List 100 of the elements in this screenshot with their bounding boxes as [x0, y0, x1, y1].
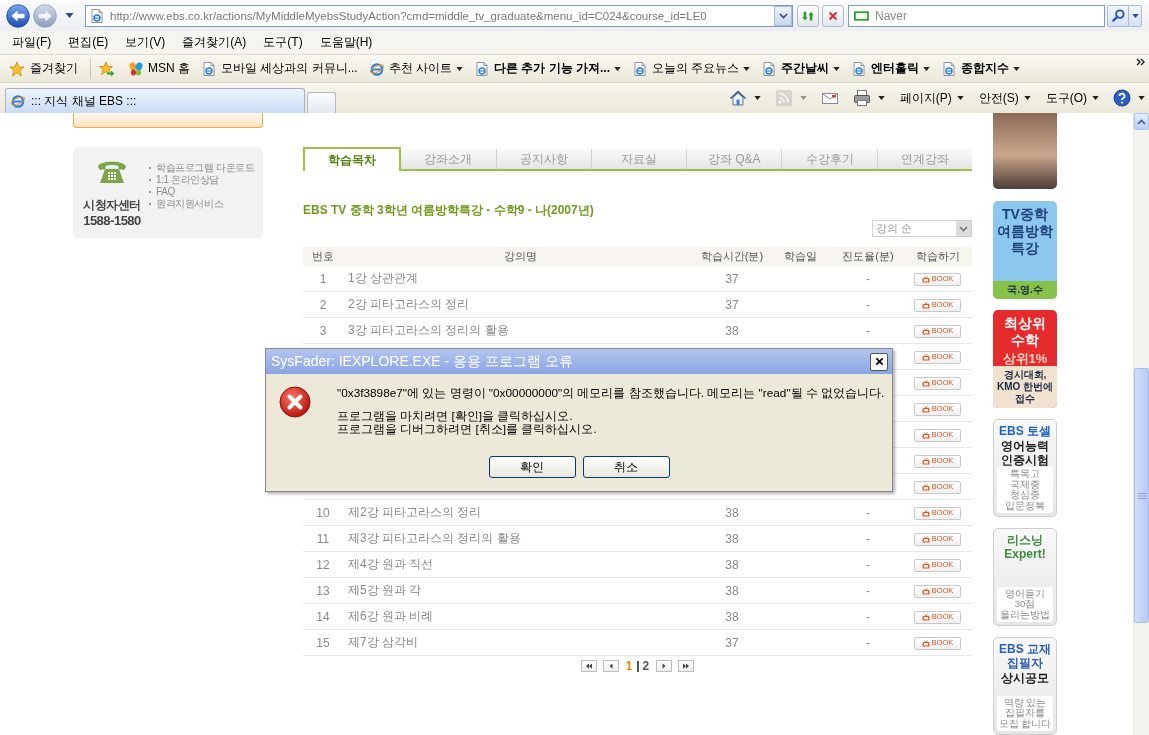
chevron-up-icon [1137, 118, 1146, 125]
study-time: 37 [725, 635, 739, 650]
address-dropdown-button[interactable] [774, 5, 792, 26]
feed-icon [774, 89, 793, 107]
lecture-title[interactable]: 제4강 원과 직선 [348, 557, 434, 571]
lecture-title[interactable]: 3강 피타고라스의 정리의 활용 [348, 323, 509, 337]
search-button[interactable] [1107, 4, 1129, 27]
course-tab[interactable]: 학습목차 [303, 147, 402, 171]
home-button[interactable] [728, 89, 761, 107]
refresh-button[interactable] [797, 4, 819, 27]
help-link[interactable]: FAQ [149, 186, 255, 198]
caret-icon [753, 96, 761, 100]
tv-icon [921, 587, 930, 595]
favorite-link[interactable]: MSN 홈 [128, 60, 190, 77]
favorite-link[interactable]: 추천 사이트 [368, 60, 463, 77]
menu-item[interactable]: 도움말(H) [315, 34, 377, 51]
help-link[interactable]: 1:1 온라인상담 [149, 174, 255, 186]
page-icon [632, 60, 649, 77]
progress-value: - [866, 609, 870, 624]
dialog-button[interactable]: 취소 [582, 456, 670, 478]
menu-item[interactable]: 도구(T) [259, 34, 307, 51]
lecture-title[interactable]: 제7강 삼각비 [348, 635, 418, 649]
card-heading: EBS 교재 집필자 [998, 642, 1052, 670]
poster-banner[interactable]: TV중학 여름방학 특강 국.영.수 [993, 201, 1057, 299]
course-tab[interactable]: 강좌소개 [401, 149, 496, 169]
close-button[interactable] [870, 352, 888, 371]
command-menu[interactable]: 도구(O) [1045, 89, 1099, 107]
favorite-link[interactable]: 모바일 세상과의 커뮤니... [201, 60, 358, 77]
double-left-arrow-icon [584, 663, 593, 669]
course-tab[interactable]: 연계강좌 [876, 149, 972, 169]
lecture-title[interactable]: 제6강 원과 비례 [348, 609, 434, 623]
row-number: 1 [319, 271, 327, 286]
lecture-title[interactable]: 제5강 원과 각 [348, 583, 422, 597]
course-tab[interactable]: 공지사항 [495, 149, 591, 169]
search-options-button[interactable] [1129, 4, 1142, 27]
print-button[interactable] [852, 89, 885, 107]
favorite-link[interactable]: 다른 추가 기능 가져... [474, 60, 622, 77]
browser-tab[interactable]: ::: 지식 채널 EBS ::: [5, 88, 305, 113]
dialog-button[interactable]: 확인 [488, 456, 576, 478]
favorite-link[interactable]: 종합지수 [941, 60, 1021, 77]
column-header: 학습하기 [914, 249, 961, 264]
more-chevron-icon[interactable] [1136, 58, 1146, 66]
tv-icon [921, 613, 930, 621]
card-note: 영어듣기 30점 올리는방법 [997, 586, 1053, 622]
sort-dropdown[interactable]: 강의 순 [872, 220, 972, 237]
page-link[interactable]: 2 [642, 659, 650, 673]
scrollbar[interactable] [1133, 113, 1149, 735]
photo-placeholder[interactable] [993, 113, 1057, 189]
tv-icon [921, 457, 930, 465]
page-link[interactable]: 1 [625, 659, 633, 673]
row-number: 11 [316, 531, 330, 546]
study-time: 38 [725, 557, 739, 572]
lecture-title[interactable]: 제2강 피타고라스의 정리 [348, 505, 482, 519]
menu-item[interactable]: 편집(E) [64, 34, 113, 51]
study-time: 38 [725, 505, 739, 520]
study-time: 37 [725, 297, 739, 312]
lecture-title[interactable]: 제3강 피타고라스의 정리의 활용 [348, 531, 521, 545]
course-tab[interactable]: 강좌 Q&A [686, 149, 782, 169]
previous-page-button[interactable] [602, 660, 619, 672]
course-tab[interactable]: 자료실 [590, 149, 687, 169]
favorite-link[interactable]: 주간날씨 [761, 60, 841, 77]
scroll-up-button[interactable] [1134, 113, 1149, 130]
row-number: 12 [316, 557, 330, 572]
last-page-button[interactable] [678, 660, 695, 672]
caret-icon[interactable] [65, 13, 74, 18]
menu-item[interactable]: 즐겨찾기(A) [178, 34, 251, 51]
search-icon [1110, 8, 1126, 23]
address-field[interactable]: http://www.ebs.co.kr/actions/MyMiddleMyebsStudyAction?cmd=middle_tv_graduate&menu_id=C024&course_id=LE0 [85, 4, 793, 27]
menu-item[interactable]: 파일(F) [8, 34, 56, 51]
ad-card[interactable]: EBS 교재 집필자 상시공모 역량 있는 집필자를 모집 합니다 [993, 637, 1057, 735]
command-menu[interactable]: 페이지(P) [899, 89, 964, 107]
next-page-button[interactable] [656, 660, 673, 672]
add-favorite-icon[interactable] [99, 60, 115, 77]
study-time: 38 [725, 323, 739, 338]
help-link[interactable]: 학습프로그램 다운로드 [149, 162, 255, 174]
help-link[interactable]: 원격지원서비스 [149, 198, 255, 210]
first-page-button[interactable] [580, 660, 597, 672]
course-tab[interactable]: 수강후기 [781, 149, 877, 169]
lecture-title[interactable]: 1강 상관관계 [348, 271, 418, 285]
favorite-link[interactable]: 엔터홀릭 [851, 60, 931, 77]
lecture-title[interactable]: 2강 피타고라스의 정리 [348, 297, 470, 311]
caret-icon [1023, 96, 1031, 100]
stop-button[interactable] [822, 4, 844, 27]
help-icon [1113, 89, 1131, 107]
scrollbar-thumb[interactable] [1134, 368, 1149, 623]
favorite-link[interactable]: 오늘의 주요뉴스 [632, 60, 751, 77]
ad-card[interactable]: 리스닝 Expert! 영어듣기 30점 올리는방법 [993, 528, 1057, 626]
help-button[interactable] [1113, 89, 1145, 107]
poster-banner[interactable]: 최상위 수학 상위1% 경시대회, KMO 한번에 접수 [993, 310, 1057, 408]
column-header: 학습일 [782, 249, 818, 264]
favorites-button[interactable]: 즐겨찾기 [7, 58, 80, 79]
grip-icon [1137, 492, 1146, 499]
menu-item[interactable]: 보기(V) [121, 34, 170, 51]
search-field[interactable]: Naver [848, 4, 1105, 27]
caret-icon [877, 96, 885, 100]
banner-title: TV중학 여름방학 특강 [996, 205, 1054, 258]
command-menu[interactable]: 안전(S) [978, 89, 1031, 107]
ad-card[interactable]: EBS 토셀 영어능력 인증시험 특목고 국제중 청심중 입문정복 [993, 419, 1057, 517]
progress-value: - [866, 531, 870, 546]
back-icon[interactable] [6, 3, 30, 28]
